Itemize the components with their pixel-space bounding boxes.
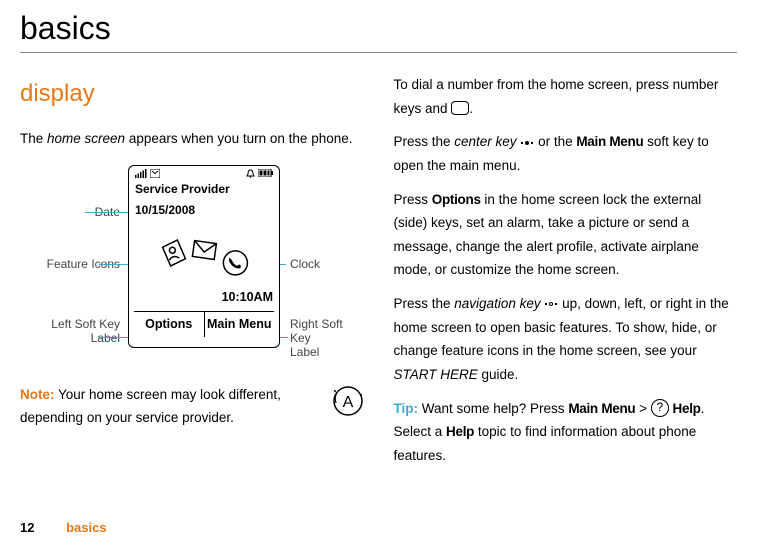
- p2-bold: Main Menu: [576, 134, 643, 149]
- phone-feature-icons: [129, 221, 279, 279]
- p3-pre: Press: [394, 192, 432, 207]
- divider: [20, 52, 737, 53]
- p1: To dial a number from the home screen, p…: [394, 73, 738, 120]
- note-text: Your home screen may look different, dep…: [20, 387, 281, 426]
- right-softkey-label: Main Menu: [205, 312, 275, 338]
- callout-right-softkey-1: Right Soft Key: [290, 317, 343, 345]
- feature-icon-calls: [220, 247, 252, 279]
- p2-mid: or the: [534, 134, 576, 149]
- help-icon: ?: [651, 399, 669, 417]
- phone-screen: Service Provider 10/15/2008 10:10AM Opti…: [128, 165, 280, 348]
- left-softkey-label: Options: [134, 312, 205, 338]
- p2-em: center key: [454, 134, 516, 149]
- callout-right-softkey-2: Label: [290, 345, 319, 359]
- note-label: Note:: [20, 387, 55, 402]
- p5-gt: >: [635, 401, 650, 416]
- p4-post: guide.: [478, 367, 519, 382]
- intro-paragraph: The home screen appears when you turn on…: [20, 127, 364, 151]
- tip-label: Tip:: [394, 401, 419, 416]
- send-key-icon: [451, 101, 469, 115]
- note-paragraph: A Note: Your home screen may look differ…: [20, 383, 364, 430]
- airplane-mode-icon: A: [332, 385, 364, 425]
- phone-date: 10/15/2008: [129, 200, 279, 221]
- p5-bold1: Main Menu: [568, 401, 635, 416]
- intro-post: appears when you turn on the phone.: [125, 131, 352, 146]
- p3-bold: Options: [432, 192, 481, 207]
- p4-em2: START HERE: [394, 367, 478, 382]
- footer-section: basics: [66, 520, 106, 535]
- phone-softkeys: Options Main Menu: [134, 311, 274, 338]
- feature-icon-contacts: [157, 236, 190, 269]
- page-title: basics: [20, 0, 737, 52]
- intro-pre: The: [20, 131, 47, 146]
- callout-left-softkey: Left Soft Key Label: [20, 317, 120, 346]
- center-key-icon: [520, 138, 534, 148]
- p5-bold3: Help: [446, 424, 474, 439]
- callout-clock: Clock: [290, 257, 320, 271]
- left-column: display The home screen appears when you…: [20, 73, 364, 477]
- phone-clock: 10:10AM: [129, 279, 279, 311]
- p4: Press the navigation key up, down, left,…: [394, 292, 738, 387]
- p1-post: .: [469, 101, 473, 116]
- p4-pre: Press the: [394, 296, 455, 311]
- phone-provider: Service Provider: [129, 178, 279, 200]
- page-number: 12: [20, 520, 34, 535]
- status-left: [135, 169, 160, 178]
- p3: Press Options in the home screen lock th…: [394, 188, 738, 283]
- p1-pre: To dial a number from the home screen, p…: [394, 77, 719, 116]
- nav-key-icon: [544, 299, 558, 309]
- battery-icon: [258, 169, 273, 177]
- bell-icon: [246, 169, 255, 178]
- page-footer: 12 basics: [20, 520, 107, 535]
- p5-bold2: Help: [673, 401, 701, 416]
- p4-em: navigation key: [454, 296, 540, 311]
- intro-em: home screen: [47, 131, 125, 146]
- phone-diagram: Date Feature Icons Left Soft Key Label C…: [20, 165, 364, 365]
- p2: Press the center key or the Main Menu so…: [394, 130, 738, 177]
- data-icon: [150, 169, 160, 178]
- feature-icon-messages: [189, 234, 221, 266]
- content-columns: display The home screen appears when you…: [20, 73, 737, 477]
- signal-icon: [135, 169, 147, 178]
- phone-status-bar: [129, 166, 279, 178]
- right-column: To dial a number from the home screen, p…: [394, 73, 738, 477]
- p5: Tip: Want some help? Press Main Menu > ?…: [394, 397, 738, 468]
- callout-left-softkey-1: Left Soft Key: [51, 317, 120, 331]
- section-title: display: [20, 73, 364, 115]
- p5-pre: Want some help? Press: [418, 401, 568, 416]
- callout-right-softkey: Right Soft Key Label: [290, 317, 364, 360]
- status-right: [246, 169, 273, 178]
- callout-line: [85, 212, 132, 214]
- p2-pre: Press the: [394, 134, 455, 149]
- svg-text:A: A: [342, 394, 353, 411]
